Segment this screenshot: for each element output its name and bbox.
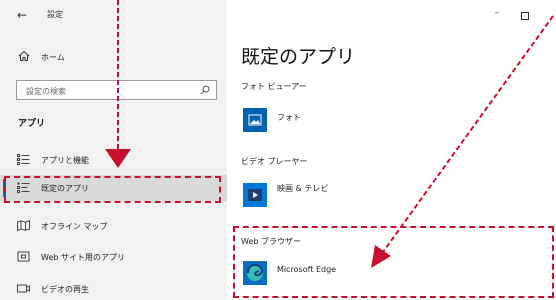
sidebar-item-apps-for-websites[interactable]: Web サイト用のアプリ xyxy=(0,244,227,270)
minimize-button[interactable]: – xyxy=(489,8,505,24)
section-title: アプリ xyxy=(18,119,46,129)
search-input[interactable]: 設定の検索 xyxy=(16,80,217,100)
sidebar-item-label: オフライン マップ xyxy=(41,222,108,231)
title-bar: ← 設定 xyxy=(0,0,227,32)
page-title: 既定のアプリ xyxy=(241,46,356,68)
search-placeholder: 設定の検索 xyxy=(26,87,66,96)
photos-app-icon[interactable] xyxy=(243,108,267,132)
offline-maps-icon xyxy=(17,220,30,231)
movies-tv-tile-graphic xyxy=(243,183,267,207)
sidebar-item-label: ビデオの再生 xyxy=(41,285,89,294)
category-label-photo-viewer: フォト ビューアー xyxy=(241,82,307,91)
sidebar-item-label: Web サイト用のアプリ xyxy=(41,253,125,262)
window-controls xyxy=(227,0,556,32)
home-icon xyxy=(18,50,30,61)
sidebar-item-label: アプリと機能 xyxy=(41,156,89,165)
home-nav[interactable]: ホーム xyxy=(0,46,227,68)
search-icon xyxy=(200,85,210,95)
sidebar: ← 設定 ホーム 設定の検索 アプリ アプリと機能 既定のアプリ オフライン マ… xyxy=(0,0,227,300)
annotation-box-default-apps xyxy=(4,176,221,203)
window-title: 設定 xyxy=(47,10,63,19)
sidebar-item-offline-maps[interactable]: オフライン マップ xyxy=(0,213,227,239)
movies-tv-app-icon[interactable] xyxy=(243,183,267,207)
back-button[interactable]: ← xyxy=(14,7,30,23)
maximize-button[interactable] xyxy=(521,12,529,20)
apps-for-websites-icon xyxy=(17,251,30,262)
annotation-box-web-browser xyxy=(233,226,554,298)
home-label: ホーム xyxy=(41,53,65,62)
video-playback-icon xyxy=(17,284,30,293)
annotation-arrow-line-right xyxy=(382,15,554,253)
apps-features-icon xyxy=(17,154,30,165)
sidebar-item-apps-features[interactable]: アプリと機能 xyxy=(0,147,227,173)
category-label-video-player: ビデオ プレーヤー xyxy=(241,157,308,166)
photo-app-name[interactable]: フォト xyxy=(277,112,301,123)
video-app-name[interactable]: 映画 & テレビ xyxy=(277,183,328,194)
sidebar-item-video-playback[interactable]: ビデオの再生 xyxy=(0,276,227,300)
photos-tile-graphic xyxy=(243,108,267,132)
